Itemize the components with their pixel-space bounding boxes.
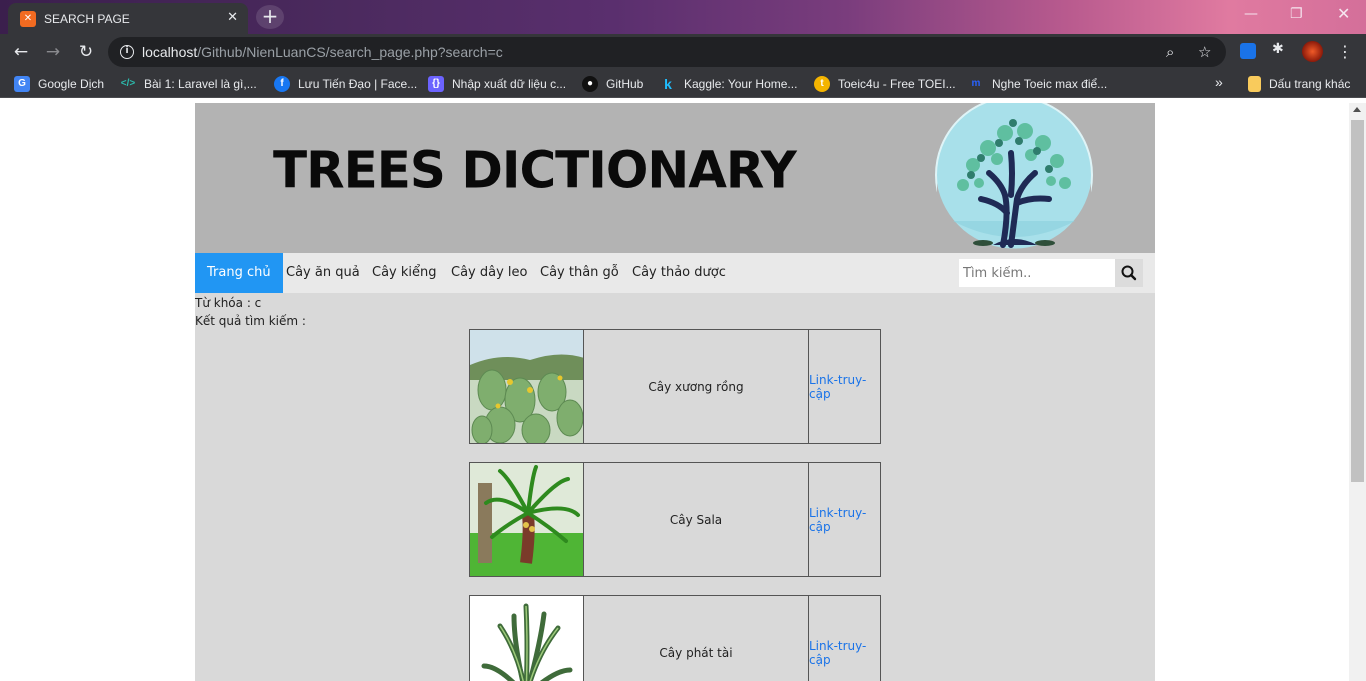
bookmark-label: Bài 1: Laravel là gì,... (144, 77, 257, 91)
search-input[interactable] (959, 259, 1115, 287)
toeic-max-icon: m (971, 78, 981, 89)
extensions-puzzle-icon[interactable]: ✱ (1272, 41, 1288, 57)
url-path: /Github/NienLuanCS/search_page.php?searc… (197, 44, 503, 60)
main-navbar: Trang chủ Cây ăn quả Cây kiểng Cây dây l… (195, 253, 1155, 293)
result-name: Cây xương rồng (584, 330, 809, 443)
bookmark-toeic-max[interactable]: m Nghe Toeic max điể... (968, 76, 1108, 92)
facebook-icon: f (274, 76, 290, 92)
extension-drop-icon[interactable] (1240, 43, 1256, 59)
url-host: localhost (142, 44, 198, 60)
tab-close-icon[interactable]: ✕ (227, 10, 238, 25)
toeic4u-icon: t (814, 76, 830, 92)
url-text[interactable]: localhost/Github/NienLuanCS/search_page.… (142, 44, 503, 60)
bookmark-laravel[interactable]: </> Bài 1: Laravel là gì,... (120, 76, 257, 92)
reload-icon[interactable]: ↻ (75, 41, 97, 63)
folder-icon (1248, 76, 1261, 92)
other-bookmarks-folder[interactable]: Dấu trang khác (1248, 76, 1350, 92)
bookmark-label: GitHub (606, 77, 644, 91)
bookmark-toeic4u[interactable]: t Toeic4u - Free TOEI... (814, 76, 956, 92)
tree-logo-icon (935, 103, 1093, 253)
bookmark-star-icon[interactable]: ☆ (1198, 43, 1211, 61)
result-link[interactable]: Link-truy-cập (809, 330, 880, 443)
bookmark-label: Nhập xuất dữ liệu c... (452, 77, 567, 91)
search-button[interactable] (1115, 259, 1143, 287)
other-bookmarks-label: Dấu trang khác (1269, 77, 1351, 91)
bookmark-kaggle[interactable]: k Kaggle: Your Home... (660, 76, 797, 92)
code-brackets-icon: {} (428, 76, 444, 92)
cactus-photo (470, 330, 584, 443)
bookmark-google-translate[interactable]: G Google Dịch (14, 76, 104, 92)
bookmark-label: Lưu Tiến Đạo | Face... (298, 77, 418, 91)
dracaena-photo (470, 596, 584, 681)
profile-avatar[interactable] (1302, 41, 1323, 62)
new-tab-button[interactable]: + (256, 5, 284, 29)
address-bar[interactable]: i localhost/Github/NienLuanCS/search_pag… (108, 37, 1226, 67)
bookmarks-bar: G Google Dịch </> Bài 1: Laravel là gì,.… (0, 70, 1366, 98)
nav-vines[interactable]: Cây dây leo (439, 253, 539, 293)
code-icon: </> (120, 78, 136, 89)
bookmark-io-data[interactable]: {} Nhập xuất dữ liệu c... (428, 76, 566, 92)
back-icon[interactable]: ← (10, 41, 32, 63)
browser-titlebar: ✕ SEARCH PAGE ✕ + — ❐ ✕ (0, 0, 1366, 34)
restore-icon[interactable]: ❐ (1290, 6, 1303, 22)
site-banner: TREES DICTIONARY (195, 103, 1155, 253)
bookmark-facebook[interactable]: f Lưu Tiến Đạo | Face... (274, 76, 417, 92)
bookmark-github[interactable]: ● GitHub (582, 76, 643, 92)
nav-herbs[interactable]: Cây thảo dược (620, 253, 738, 293)
result-link[interactable]: Link-truy-cập (809, 596, 880, 681)
xampp-favicon-icon: ✕ (20, 10, 36, 27)
site-info-icon[interactable]: i (120, 45, 134, 59)
more-bookmarks-icon[interactable]: » (1215, 74, 1223, 90)
result-row: Cây Sala Link-truy-cập (469, 462, 881, 577)
search-keyword: Từ khóa : c (195, 296, 262, 310)
page-scrollbar[interactable] (1349, 103, 1366, 681)
bookmark-label: Toeic4u - Free TOEI... (838, 77, 956, 91)
scroll-up-arrow-icon[interactable] (1353, 107, 1361, 112)
menu-kebab-icon[interactable]: ⋮ (1334, 41, 1356, 63)
nav-fruit-trees[interactable]: Cây ăn quả (274, 253, 372, 293)
search-icon (1121, 265, 1137, 281)
nav-woody-trees[interactable]: Cây thân gỗ (528, 253, 631, 293)
result-row: Cây xương rồng Link-truy-cập (469, 329, 881, 444)
page-viewport: TREES DICTIONARY Trang chủ Cây ăn quả Câ… (0, 103, 1366, 681)
result-row: Cây phát tài Link-truy-cập (469, 595, 881, 681)
result-name: Cây phát tài (584, 596, 809, 681)
bookmark-label: Nghe Toeic max điể... (992, 77, 1108, 91)
site-title: TREES DICTIONARY (273, 140, 797, 200)
bookmark-label: Kaggle: Your Home... (684, 77, 798, 91)
forward-icon[interactable]: → (42, 41, 64, 63)
tab-title: SEARCH PAGE (44, 11, 130, 26)
google-translate-icon: G (14, 76, 30, 92)
result-link[interactable]: Link-truy-cập (809, 463, 880, 576)
browser-toolbar: ← → ↻ i localhost/Github/NienLuanCS/sear… (0, 34, 1366, 70)
github-icon: ● (582, 76, 598, 92)
nav-home[interactable]: Trang chủ (195, 253, 283, 293)
bookmark-label: Google Dịch (38, 77, 105, 91)
sala-palm-photo (470, 463, 584, 576)
search-results-label: Kết quả tìm kiếm : (195, 314, 306, 328)
kaggle-icon: k (664, 76, 672, 92)
scrollbar-thumb[interactable] (1351, 120, 1364, 482)
nav-ornamental-trees[interactable]: Cây kiểng (360, 253, 449, 293)
site-container: TREES DICTIONARY Trang chủ Cây ăn quả Câ… (195, 103, 1155, 681)
minimize-icon[interactable]: — (1244, 6, 1258, 22)
zoom-icon[interactable]: ⌕ (1166, 43, 1174, 61)
browser-tab[interactable]: ✕ SEARCH PAGE ✕ (8, 3, 248, 34)
close-window-icon[interactable]: ✕ (1337, 4, 1350, 23)
result-name: Cây Sala (584, 463, 809, 576)
